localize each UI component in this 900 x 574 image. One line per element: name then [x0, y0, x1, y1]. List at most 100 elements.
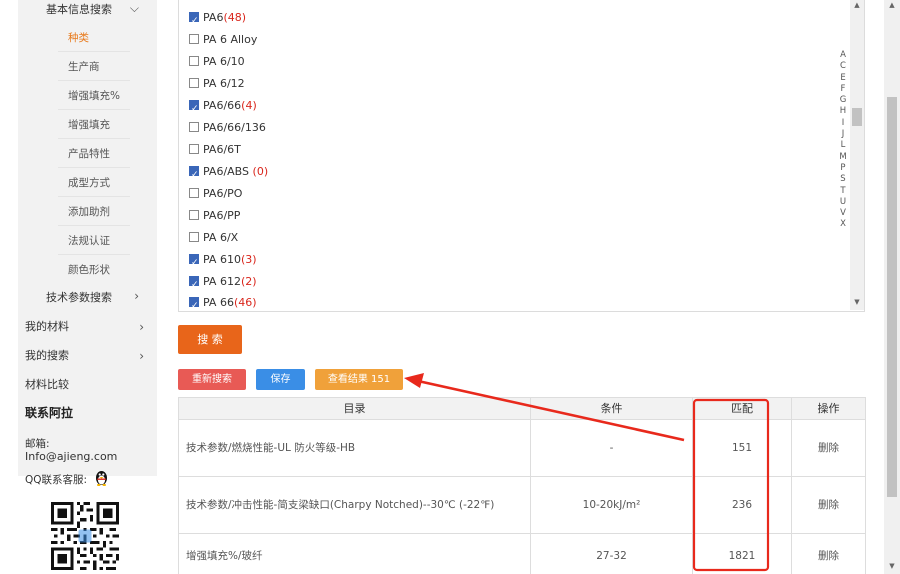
checkbox-unchecked[interactable] — [189, 232, 199, 242]
option-pa6-alloy[interactable]: PA 6 Alloy — [189, 29, 257, 51]
row-match: 236 — [693, 477, 792, 534]
checkbox-checked[interactable] — [189, 98, 199, 120]
alpha-letter[interactable]: X — [838, 219, 848, 230]
chevron-right-icon[interactable]: › — [134, 289, 139, 303]
tech-search-heading[interactable]: 技术参数搜索 — [46, 288, 112, 308]
email-link[interactable]: Info@ajieng.com — [25, 450, 117, 463]
sidebar-item-my-searches[interactable]: 我的搜索 › — [25, 342, 150, 370]
option-pa6-12[interactable]: PA 6/12 — [189, 73, 245, 95]
page-scroll-thumb[interactable] — [887, 97, 897, 497]
alpha-letter[interactable]: P — [838, 163, 848, 174]
sidebar-item-compare[interactable]: 材料比较 — [25, 371, 150, 399]
option-pa6-pp[interactable]: PA6/PP — [189, 205, 240, 227]
checkbox-unchecked[interactable] — [189, 56, 199, 66]
option-pa6-10[interactable]: PA 6/10 — [189, 51, 245, 73]
sidebar-item-additives[interactable]: 添加助剂 — [58, 198, 130, 226]
sidebar-item-filler[interactable]: 增强填充 — [58, 111, 130, 139]
checkbox-checked[interactable] — [189, 10, 199, 32]
option-pa6-66-136[interactable]: PA6/66/136 — [189, 117, 266, 139]
basic-search-heading[interactable]: 基本信息搜索 — [46, 0, 112, 20]
checkbox-checked[interactable] — [189, 252, 199, 274]
checkbox-unchecked[interactable] — [189, 122, 199, 132]
alpha-letter[interactable]: M — [838, 152, 848, 163]
alpha-letter[interactable]: U — [838, 197, 848, 208]
option-name: PA 610 — [203, 253, 241, 266]
checkbox-checked[interactable] — [189, 274, 199, 296]
sidebar-basic-section: 基本信息搜索 ⌵ 种类 生产商 增强填充% 增强填充 产品特性 成型方式 添加助… — [18, 0, 157, 312]
row-condition: 27-32 — [531, 534, 693, 574]
chevron-right-icon: › — [139, 349, 144, 363]
scroll-up-icon[interactable]: ▲ — [850, 1, 864, 9]
sidebar-item-label: 产品特性 — [68, 148, 110, 160]
delete-link[interactable]: 删除 — [792, 534, 865, 574]
checkbox-unchecked[interactable] — [189, 210, 199, 220]
alpha-letter[interactable]: C — [838, 61, 848, 72]
page-scrollbar[interactable]: ▲ ▼ — [884, 0, 900, 574]
sidebar-my-section: 我的材料 › 我的搜索 › — [18, 312, 157, 370]
scroll-up-icon[interactable]: ▲ — [885, 1, 899, 9]
options-scroll-thumb[interactable] — [852, 108, 862, 126]
checkbox-unchecked[interactable] — [189, 34, 199, 44]
alpha-letter[interactable]: S — [838, 174, 848, 185]
search-button[interactable]: 搜 索 — [178, 325, 242, 354]
sidebar-item-my-materials[interactable]: 我的材料 › — [25, 313, 150, 341]
option-count: (4) — [241, 99, 257, 112]
scroll-down-icon[interactable]: ▼ — [850, 298, 864, 306]
option-count: (48) — [223, 11, 247, 24]
option-pa6-6t[interactable]: PA6/6T — [189, 139, 241, 161]
checkbox-unchecked[interactable] — [189, 188, 199, 198]
alpha-letter[interactable]: E — [838, 73, 848, 84]
sidebar-item-label: 生产商 — [68, 61, 100, 73]
alpha-letter[interactable]: I — [838, 118, 848, 129]
alpha-letter[interactable]: H — [838, 106, 848, 117]
option-count: (46) — [233, 296, 257, 309]
option-name: PA 6/10 — [203, 55, 245, 68]
delete-link[interactable]: 删除 — [792, 420, 865, 477]
save-button[interactable]: 保存 — [256, 369, 305, 390]
alpha-letter[interactable]: G — [838, 95, 848, 106]
option-pa6-66[interactable]: PA6/66(4) — [189, 95, 257, 120]
qq-label: QQ联系客服: — [25, 474, 88, 486]
row-catalog: 技术参数/燃烧性能-UL 防火等级-HB — [179, 420, 531, 477]
sidebar-item-properties[interactable]: 产品特性 — [58, 140, 130, 168]
checkbox-checked[interactable] — [189, 295, 199, 317]
alpha-letter[interactable]: V — [838, 208, 848, 219]
alpha-letter[interactable]: J — [838, 129, 848, 140]
option-pa612[interactable]: PA 612(2) — [189, 271, 257, 296]
reset-search-button[interactable]: 重新搜索 — [178, 369, 246, 390]
chevron-right-icon: › — [139, 320, 144, 334]
delete-link[interactable]: 删除 — [792, 477, 865, 534]
sidebar-item-label: 种类 — [68, 32, 89, 44]
option-pa6-x[interactable]: PA 6/X — [189, 227, 238, 249]
column-header-condition: 条件 — [531, 398, 693, 420]
checkbox-checked[interactable] — [189, 164, 199, 186]
sidebar-item-regulatory[interactable]: 法规认证 — [58, 227, 130, 255]
options-scrollbar[interactable]: ▲ ▼ — [850, 0, 864, 310]
checkbox-unchecked[interactable] — [189, 78, 199, 88]
option-pa6-abs[interactable]: PA6/ABS (0) — [189, 161, 268, 186]
option-pa6-po[interactable]: PA6/PO — [189, 183, 242, 205]
qq-penguin-icon[interactable] — [94, 469, 109, 486]
sidebar-item-molding[interactable]: 成型方式 — [58, 169, 130, 197]
alpha-letter[interactable]: A — [838, 50, 848, 61]
alpha-letter[interactable]: L — [838, 140, 848, 151]
sidebar-item-label: 增强填充% — [68, 90, 120, 102]
option-name: PA6/66/136 — [203, 121, 266, 134]
checkbox-unchecked[interactable] — [189, 144, 199, 154]
alpha-letter[interactable]: T — [838, 186, 848, 197]
option-pa66[interactable]: PA 66(46) — [189, 292, 257, 317]
sidebar-item-manufacturer[interactable]: 生产商 — [58, 53, 130, 81]
sidebar-item-type[interactable]: 种类 — [58, 24, 130, 52]
sidebar-item-color-shape[interactable]: 颜色形状 — [58, 256, 130, 284]
view-results-button[interactable]: 查看结果 151 — [315, 369, 403, 390]
option-pa6[interactable]: PA6(48) — [189, 7, 247, 32]
option-name: PA6/PO — [203, 187, 243, 200]
annotation-arrow-head — [404, 373, 424, 388]
scroll-down-icon[interactable]: ▼ — [885, 562, 899, 570]
sidebar-item-filler-percent[interactable]: 增强填充% — [58, 82, 130, 110]
chevron-down-icon[interactable]: ⌵ — [130, 1, 139, 16]
option-pa610[interactable]: PA 610(3) — [189, 249, 257, 274]
row-match: 1821 — [693, 534, 792, 574]
option-name: PA 6/X — [203, 231, 239, 244]
alpha-letter[interactable]: F — [838, 84, 848, 95]
